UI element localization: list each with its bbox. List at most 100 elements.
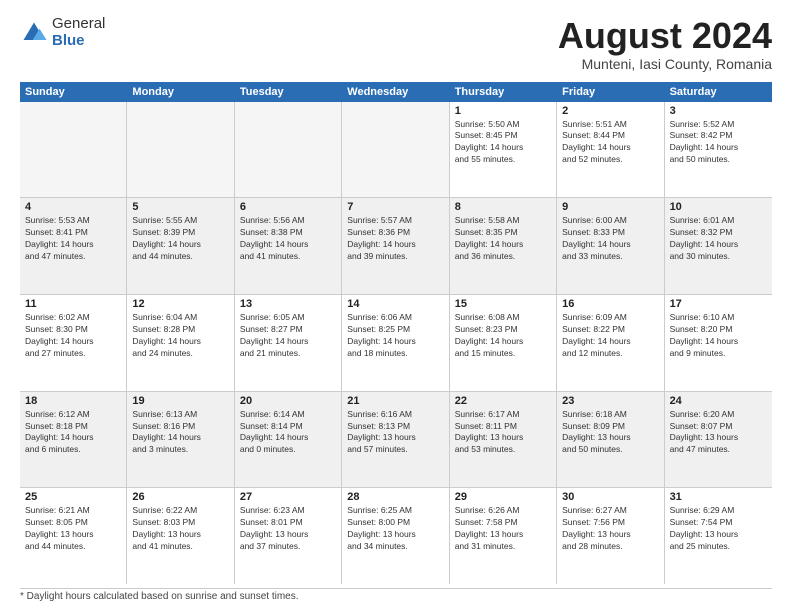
calendar-cell: 4Sunrise: 5:53 AMSunset: 8:41 PMDaylight…	[20, 198, 127, 294]
calendar-cell: 18 Sunrise: 6:12 AMSunset: 8:18 PMDayligh…	[20, 392, 127, 488]
day-info: Sunrise: 6:01 AMSunset: 8:32 PMDaylight:…	[670, 215, 767, 263]
logo-blue-text: Blue	[52, 33, 105, 50]
calendar-cell: 6 Sunrise: 5:56 AMSunset: 8:38 PMDaylight…	[235, 198, 342, 294]
weekday-header-wednesday: Wednesday	[342, 82, 449, 102]
day-info: Sunrise: 5:53 AMSunset: 8:41 PMDaylight:…	[25, 215, 121, 263]
day-info: Sunrise: 6:18 AMSunset: 8:09 PMDaylight:…	[562, 409, 658, 457]
day-info: Sunrise: 5:57 AMSunset: 8:36 PMDaylight:…	[347, 215, 443, 263]
day-number: 16	[562, 298, 658, 310]
calendar-cell: 26 Sunrise: 6:22 AMSunset: 8:03 PMDayligh…	[127, 488, 234, 584]
day-number: 9	[562, 201, 658, 213]
day-number: 8	[455, 201, 551, 213]
day-info: Sunrise: 6:16 AMSunset: 8:13 PMDaylight:…	[347, 409, 443, 457]
day-info: Sunrise: 6:12 AMSunset: 8:18 PMDaylight:…	[25, 409, 121, 457]
day-info: Sunrise: 5:55 AMSunset: 8:39 PMDaylight:…	[132, 215, 228, 263]
day-info: Sunrise: 6:29 AMSunset: 7:54 PMDaylight:…	[670, 505, 767, 553]
day-info: Sunrise: 5:50 AMSunset: 8:45 PMDaylight:…	[455, 119, 551, 167]
calendar-cell: 22Sunrise: 6:17 AMSunset: 8:11 PMDayligh…	[450, 392, 557, 488]
calendar-cell: 13Sunrise: 6:05 AMSunset: 8:27 PMDayligh…	[235, 295, 342, 391]
calendar-cell	[342, 102, 449, 198]
calendar-cell: 24Sunrise: 6:20 AMSunset: 8:07 PMDayligh…	[665, 392, 772, 488]
day-number: 1	[455, 105, 551, 117]
calendar-week-1: 1 Sunrise: 5:50 AMSunset: 8:45 PMDaylight…	[20, 102, 772, 199]
day-number: 11	[25, 298, 121, 310]
calendar-cell: 10 Sunrise: 6:01 AMSunset: 8:32 PMDayligh…	[665, 198, 772, 294]
calendar-cell: 15 Sunrise: 6:08 AMSunset: 8:23 PMDayligh…	[450, 295, 557, 391]
day-number: 18	[25, 395, 121, 407]
day-number: 6	[240, 201, 336, 213]
day-info: Sunrise: 6:21 AMSunset: 8:05 PMDaylight:…	[25, 505, 121, 553]
day-number: 25	[25, 491, 121, 503]
calendar-cell: 12 Sunrise: 6:04 AMSunset: 8:28 PMDayligh…	[127, 295, 234, 391]
day-info: Sunrise: 6:23 AMSunset: 8:01 PMDaylight:…	[240, 505, 336, 553]
day-info: Sunrise: 6:17 AMSunset: 8:11 PMDaylight:…	[455, 409, 551, 457]
footer-note: * Daylight hours calculated based on sun…	[20, 588, 772, 602]
location-subtitle: Munteni, Iasi County, Romania	[558, 56, 772, 72]
day-info: Sunrise: 5:51 AMSunset: 8:44 PMDaylight:…	[562, 119, 658, 167]
day-number: 2	[562, 105, 658, 117]
calendar-cell: 16 Sunrise: 6:09 AMSunset: 8:22 PMDayligh…	[557, 295, 664, 391]
day-number: 26	[132, 491, 228, 503]
day-info: Sunrise: 6:08 AMSunset: 8:23 PMDaylight:…	[455, 312, 551, 360]
calendar-week-5: 25 Sunrise: 6:21 AMSunset: 8:05 PMDayligh…	[20, 488, 772, 584]
calendar-cell: 28 Sunrise: 6:25 AMSunset: 8:00 PMDayligh…	[342, 488, 449, 584]
calendar-cell: 3Sunrise: 5:52 AMSunset: 8:42 PMDaylight…	[665, 102, 772, 198]
calendar-cell: 2 Sunrise: 5:51 AMSunset: 8:44 PMDaylight…	[557, 102, 664, 198]
logo-icon	[20, 19, 48, 47]
weekday-header-tuesday: Tuesday	[235, 82, 342, 102]
calendar-cell: 30Sunrise: 6:27 AMSunset: 7:56 PMDayligh…	[557, 488, 664, 584]
day-info: Sunrise: 6:25 AMSunset: 8:00 PMDaylight:…	[347, 505, 443, 553]
calendar-cell: 7Sunrise: 5:57 AMSunset: 8:36 PMDaylight…	[342, 198, 449, 294]
calendar-cell: 20 Sunrise: 6:14 AMSunset: 8:14 PMDayligh…	[235, 392, 342, 488]
day-info: Sunrise: 6:10 AMSunset: 8:20 PMDaylight:…	[670, 312, 767, 360]
month-title: August 2024	[558, 16, 772, 56]
day-info: Sunrise: 6:09 AMSunset: 8:22 PMDaylight:…	[562, 312, 658, 360]
calendar-cell: 5 Sunrise: 5:55 AMSunset: 8:39 PMDaylight…	[127, 198, 234, 294]
calendar-cell: 19Sunrise: 6:13 AMSunset: 8:16 PMDayligh…	[127, 392, 234, 488]
day-number: 15	[455, 298, 551, 310]
header: General Blue August 2024 Munteni, Iasi C…	[20, 16, 772, 72]
calendar-cell	[20, 102, 127, 198]
calendar-cell: 17Sunrise: 6:10 AMSunset: 8:20 PMDayligh…	[665, 295, 772, 391]
calendar-body: 1 Sunrise: 5:50 AMSunset: 8:45 PMDaylight…	[20, 102, 772, 584]
day-number: 28	[347, 491, 443, 503]
day-number: 13	[240, 298, 336, 310]
calendar-cell	[235, 102, 342, 198]
weekday-header-thursday: Thursday	[450, 82, 557, 102]
logo: General Blue	[20, 16, 105, 49]
day-number: 21	[347, 395, 443, 407]
calendar-cell: 8 Sunrise: 5:58 AMSunset: 8:35 PMDaylight…	[450, 198, 557, 294]
logo-general-text: General	[52, 16, 105, 33]
calendar-cell	[127, 102, 234, 198]
day-info: Sunrise: 6:00 AMSunset: 8:33 PMDaylight:…	[562, 215, 658, 263]
calendar-header: SundayMondayTuesdayWednesdayThursdayFrid…	[20, 82, 772, 102]
day-info: Sunrise: 6:04 AMSunset: 8:28 PMDaylight:…	[132, 312, 228, 360]
day-info: Sunrise: 5:58 AMSunset: 8:35 PMDaylight:…	[455, 215, 551, 263]
calendar: SundayMondayTuesdayWednesdayThursdayFrid…	[20, 82, 772, 584]
day-number: 14	[347, 298, 443, 310]
day-info: Sunrise: 5:56 AMSunset: 8:38 PMDaylight:…	[240, 215, 336, 263]
day-number: 12	[132, 298, 228, 310]
calendar-cell: 11Sunrise: 6:02 AMSunset: 8:30 PMDayligh…	[20, 295, 127, 391]
day-info: Sunrise: 6:22 AMSunset: 8:03 PMDaylight:…	[132, 505, 228, 553]
calendar-cell: 25 Sunrise: 6:21 AMSunset: 8:05 PMDayligh…	[20, 488, 127, 584]
day-number: 23	[562, 395, 658, 407]
calendar-cell: 27 Sunrise: 6:23 AMSunset: 8:01 PMDayligh…	[235, 488, 342, 584]
day-number: 5	[132, 201, 228, 213]
title-block: August 2024 Munteni, Iasi County, Romani…	[558, 16, 772, 72]
day-info: Sunrise: 6:14 AMSunset: 8:14 PMDaylight:…	[240, 409, 336, 457]
day-number: 27	[240, 491, 336, 503]
calendar-week-4: 18 Sunrise: 6:12 AMSunset: 8:18 PMDayligh…	[20, 392, 772, 489]
day-number: 24	[670, 395, 767, 407]
day-info: Sunrise: 6:27 AMSunset: 7:56 PMDaylight:…	[562, 505, 658, 553]
page: General Blue August 2024 Munteni, Iasi C…	[0, 0, 792, 612]
day-info: Sunrise: 5:52 AMSunset: 8:42 PMDaylight:…	[670, 119, 767, 167]
calendar-cell: 14Sunrise: 6:06 AMSunset: 8:25 PMDayligh…	[342, 295, 449, 391]
day-info: Sunrise: 6:13 AMSunset: 8:16 PMDaylight:…	[132, 409, 228, 457]
calendar-cell: 1 Sunrise: 5:50 AMSunset: 8:45 PMDaylight…	[450, 102, 557, 198]
day-number: 10	[670, 201, 767, 213]
weekday-header-sunday: Sunday	[20, 82, 127, 102]
day-number: 20	[240, 395, 336, 407]
calendar-cell: 21 Sunrise: 6:16 AMSunset: 8:13 PMDayligh…	[342, 392, 449, 488]
weekday-header-monday: Monday	[127, 82, 234, 102]
